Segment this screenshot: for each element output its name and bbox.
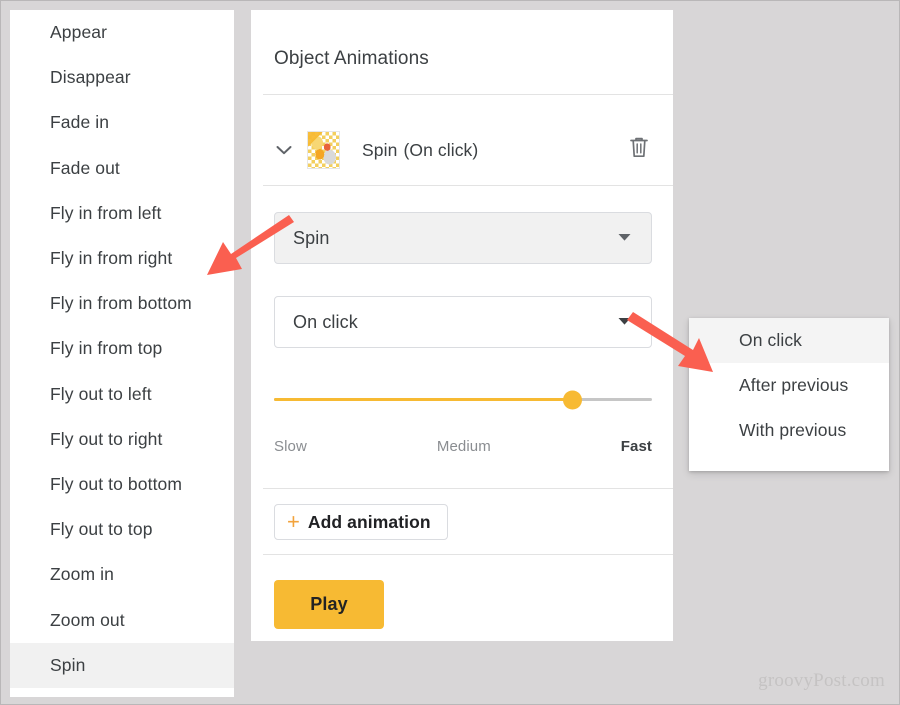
animation-type-label: Fade in	[50, 112, 110, 133]
plus-icon: +	[287, 509, 300, 534]
animation-trigger-select[interactable]: On click	[274, 296, 652, 348]
animation-type-item[interactable]: Zoom in	[10, 552, 234, 597]
trigger-menu-item[interactable]: After previous	[689, 363, 889, 408]
speed-label-medium: Medium	[436, 438, 491, 455]
animation-type-label: Fly out to top	[50, 519, 153, 540]
trigger-menu-item-label: With previous	[739, 420, 847, 440]
chevron-down-icon[interactable]	[267, 139, 301, 161]
animation-type-label: Fly out to left	[50, 383, 152, 404]
animation-type-item[interactable]: Fly in from top	[10, 326, 234, 371]
animation-type-label: Fly out to right	[50, 428, 163, 449]
speed-slider[interactable]	[274, 390, 652, 410]
divider-play	[263, 554, 673, 555]
animation-type-item[interactable]: Fly out to top	[10, 507, 234, 552]
divider-summary	[263, 185, 673, 186]
watermark: groovyPost.com	[758, 670, 885, 691]
animation-trigger-select-value: On click	[293, 311, 358, 332]
animation-type-item[interactable]: Fly in from right	[10, 236, 234, 281]
page-title: Object Animations	[274, 48, 429, 69]
speed-label-slow: Slow	[274, 438, 307, 455]
animation-type-item[interactable]: Spin	[10, 642, 234, 688]
add-animation-label: Add animation	[307, 511, 431, 532]
speed-slider-fill	[274, 398, 573, 401]
animation-type-item[interactable]: Fly out to left	[10, 372, 234, 417]
caret-down-icon	[618, 313, 631, 331]
divider-header	[263, 94, 673, 95]
animation-type-label: Fly in from right	[50, 248, 173, 269]
caret-down-icon	[618, 229, 631, 247]
animation-type-label: Zoom out	[50, 609, 125, 630]
animation-trigger-name: (On click)	[403, 139, 479, 160]
animation-type-list[interactable]: Appear Disappear Fade in Fade out Fly in fro…	[10, 10, 234, 697]
divider-add-animation	[263, 488, 673, 489]
speed-slider-thumb[interactable]	[563, 390, 583, 410]
animation-type-item[interactable]: Appear	[10, 10, 234, 55]
animation-type-label: Fly out to bottom	[50, 473, 183, 494]
animation-type-label: Fly in from top	[50, 338, 163, 359]
trigger-dropdown-menu[interactable]: On click After previous With previous	[689, 318, 889, 471]
animation-type-item[interactable]: Fade out	[10, 146, 234, 191]
speed-slider-labels: Slow Medium Fast	[274, 438, 652, 455]
animation-type-item[interactable]: Fly in from left	[10, 191, 234, 236]
trigger-menu-item-label: After previous	[739, 375, 849, 395]
trash-icon[interactable]	[627, 135, 651, 165]
play-button[interactable]: Play	[274, 580, 384, 629]
screenshot-root: Appear Disappear Fade in Fade out Fly in fro…	[0, 0, 900, 705]
animation-type-item[interactable]: Fly out to right	[10, 417, 234, 462]
speed-label-fast: Fast	[620, 438, 652, 455]
animation-effect-select[interactable]: Spin	[274, 212, 652, 264]
animation-type-item[interactable]: Zoom out	[10, 597, 234, 642]
animation-type-label: Fly in from bottom	[50, 293, 192, 314]
slide-object-thumbnail	[307, 131, 340, 169]
animation-type-label: Fade out	[50, 157, 120, 178]
animation-type-label: Zoom in	[50, 564, 114, 585]
animation-type-item[interactable]: Fade in	[10, 100, 234, 145]
animation-type-label: Appear	[50, 22, 108, 43]
trigger-menu-item[interactable]: With previous	[689, 408, 889, 453]
animation-type-item[interactable]: Disappear	[10, 55, 234, 100]
animation-summary-text: Spin (On click)	[362, 140, 478, 161]
animation-effect-select-value: Spin	[293, 227, 330, 248]
animation-type-label: Spin	[50, 654, 86, 675]
animation-type-label: Fly in from left	[50, 202, 162, 223]
animation-summary-row[interactable]: Spin (On click)	[251, 122, 673, 178]
animation-type-label: Disappear	[50, 67, 131, 88]
animation-effect-name: Spin	[362, 139, 398, 160]
trigger-menu-item[interactable]: On click	[689, 318, 889, 363]
add-animation-button[interactable]: + Add animation	[274, 504, 448, 540]
animation-type-item[interactable]: Fly out to bottom	[10, 462, 234, 507]
trigger-menu-item-label: On click	[739, 330, 803, 350]
animation-type-item[interactable]: Fly in from bottom	[10, 281, 234, 326]
object-animations-panel: Object Animations Spin (On click) Spin O…	[251, 10, 673, 641]
